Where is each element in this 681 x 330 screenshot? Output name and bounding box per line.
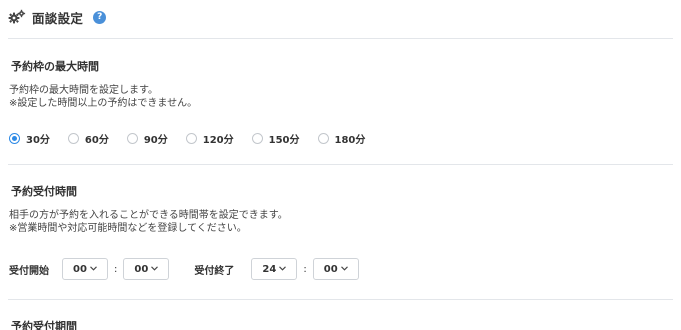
section-desc-max-time: 予約枠の最大時間を設定します。 ※設定した時間以上の予約はできません。 bbox=[9, 84, 197, 110]
radio-circle[interactable] bbox=[67, 132, 79, 144]
radio-circle[interactable] bbox=[126, 132, 138, 144]
divider bbox=[8, 38, 673, 39]
end-hour-select[interactable]: 24 bbox=[251, 258, 298, 280]
radio-90min[interactable]: 90分 bbox=[126, 131, 168, 146]
desc-line: ※営業時間や対応可能時間などを登録してください。 bbox=[9, 223, 247, 234]
radio-circle-selected[interactable] bbox=[9, 132, 20, 144]
desc-line: 相手の方が予約を入れることができる時間帯を設定できます。 bbox=[9, 210, 288, 221]
divider bbox=[8, 164, 673, 165]
select-value: 00 bbox=[134, 263, 149, 275]
start-label: 受付開始 bbox=[9, 265, 49, 277]
page-header: 面談設定 ? bbox=[8, 7, 107, 27]
radio-label: 60分 bbox=[84, 134, 109, 146]
end-label: 受付終了 bbox=[194, 265, 235, 277]
radio-circle[interactable] bbox=[185, 132, 197, 144]
gears-icon bbox=[8, 9, 26, 24]
radio-30min[interactable]: 30分 bbox=[9, 131, 50, 146]
radio-label: 30分 bbox=[26, 134, 50, 146]
select-value: 00 bbox=[73, 263, 87, 275]
chevron-down-icon bbox=[340, 266, 348, 271]
reception-time-row: 受付開始 00 : 00 受付終了 24 : 00 bbox=[9, 257, 359, 281]
section-title-reception-time: 予約受付時間 bbox=[11, 185, 77, 198]
divider bbox=[8, 299, 673, 300]
radio-circle[interactable] bbox=[317, 132, 329, 144]
radio-label: 120分 bbox=[202, 134, 234, 146]
radio-circle[interactable] bbox=[251, 132, 263, 144]
section-title-reception-period: 予約受付期間 bbox=[11, 320, 77, 330]
radio-label: 150分 bbox=[268, 134, 300, 146]
chevron-down-icon bbox=[90, 266, 97, 271]
radio-label: 180分 bbox=[334, 134, 366, 146]
page-title: 面談設定 bbox=[32, 10, 84, 26]
chevron-down-icon bbox=[151, 266, 159, 271]
radio-60min[interactable]: 60分 bbox=[67, 131, 109, 146]
help-icon[interactable]: ? bbox=[93, 10, 107, 24]
max-time-radio-group: 30分 60分 90分 120分 150分 180分 bbox=[9, 130, 383, 146]
start-minute-select[interactable]: 00 bbox=[123, 258, 170, 280]
desc-line: ※設定した時間以上の予約はできません。 bbox=[9, 98, 198, 109]
radio-120min[interactable]: 120分 bbox=[185, 131, 234, 146]
section-desc-reception-time: 相手の方が予約を入れることができる時間帯を設定できます。 ※営業時間や対応可能時… bbox=[9, 209, 288, 235]
start-hour-select[interactable]: 00 bbox=[62, 258, 108, 280]
end-minute-select[interactable]: 00 bbox=[312, 258, 359, 280]
meeting-settings-page: 面談設定 ? 予約枠の最大時間 予約枠の最大時間を設定します。 ※設定した時間以… bbox=[0, 0, 681, 330]
desc-line: 予約枠の最大時間を設定します。 bbox=[9, 85, 158, 96]
radio-label: 90分 bbox=[143, 134, 168, 146]
radio-150min[interactable]: 150分 bbox=[251, 131, 300, 146]
time-colon: : bbox=[114, 263, 118, 275]
radio-180min[interactable]: 180分 bbox=[317, 131, 366, 146]
chevron-down-icon bbox=[279, 266, 287, 271]
select-value: 00 bbox=[323, 263, 338, 275]
section-title-max-time: 予約枠の最大時間 bbox=[11, 60, 99, 73]
time-colon: : bbox=[303, 263, 307, 275]
select-value: 24 bbox=[262, 263, 277, 275]
